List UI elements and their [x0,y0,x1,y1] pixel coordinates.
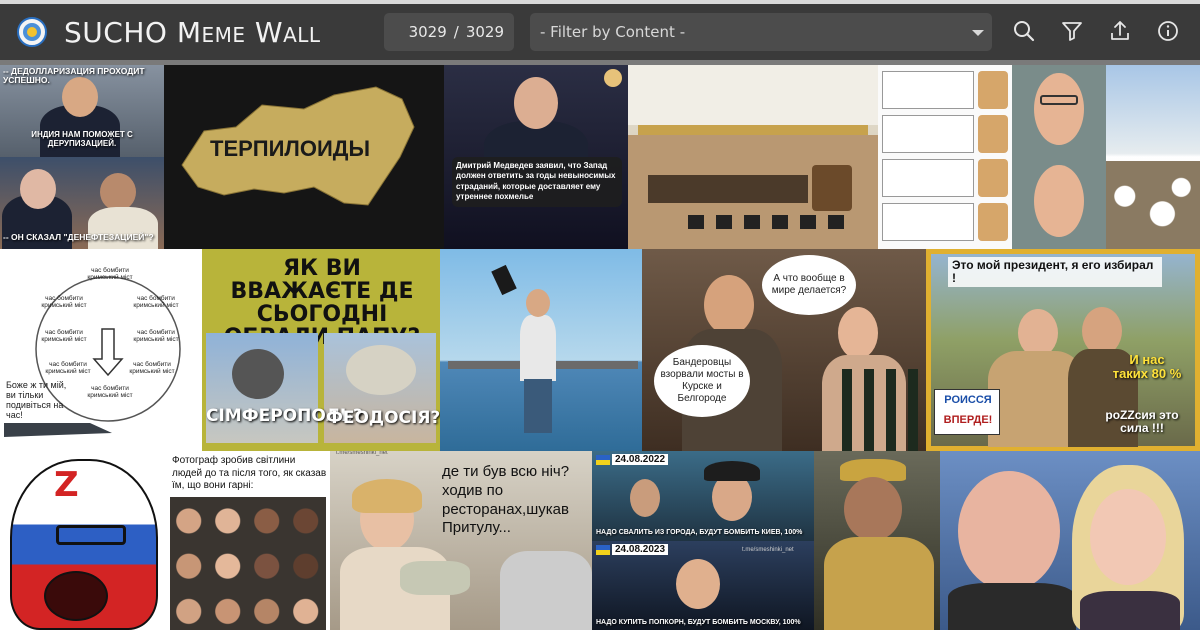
meme-caption: роZZсия это сила !!! [1105,408,1179,436]
meme-tile[interactable] [1012,65,1106,249]
counter-total: 3029 [465,23,504,41]
meme-tile[interactable] [940,451,1200,630]
sign-text: РОИССЯ [944,394,992,406]
z-symbol: Z [54,465,79,505]
watermark: t.me/smeshinki_net [742,547,794,553]
app-title: SUCHO Meme Wall [64,16,321,49]
clock-label: час бомбити кримський міст [133,295,179,310]
counter-separator: / [453,23,459,41]
clock-label: час бомбити кримський міст [87,385,133,400]
speech-bubble: А что вообще в мире делается? [762,255,856,315]
meme-date: 24.08.2022 [612,454,669,465]
meme-caption: ИНДИЯ НАМ ПОМОЖЕТ С ДЕРУПИЗАЦИЕЙ. [31,130,133,148]
sucho-logo[interactable] [17,17,47,47]
meme-caption: И нас таких 80 % [1112,352,1182,382]
meme-tile[interactable] [440,249,642,451]
meme-caption: Дмитрий Медведев заявил, что Запад долже… [452,157,622,207]
speech-bubble: Бандеровцы взорвали мосты в Курске и Бел… [654,345,750,417]
item-counter: 3029 / 3029 [384,13,514,51]
clock-label: час бомбити кримський міст [133,329,179,344]
meme-caption: -- ОН СКАЗАЛ "ДЕНЕФТЕЗАЦИЕЙ"? [3,232,154,242]
meme-tile[interactable]: час бомбити кримський міст час бомбити к… [0,249,202,451]
meme-tile[interactable]: Это мой президент, я его избирал ! И нас… [926,249,1200,451]
filter-icon[interactable] [1060,19,1084,43]
content-filter-select[interactable]: - Filter by Content - [530,13,992,51]
meme-caption: ТЕРПИЛОИДЫ [210,136,370,161]
upload-icon[interactable] [1108,19,1132,43]
info-icon[interactable] [1156,19,1180,43]
clock-label: час бомбити кримський міст [87,267,133,282]
meme-tile[interactable]: t.me/smeshinki_net де ти був всю ніч? хо… [330,451,592,630]
meme-tile[interactable] [878,65,1012,249]
clock-label: час бомбити кримський міст [41,295,87,310]
chevron-down-icon [972,30,984,36]
channel-badge-icon [604,69,622,87]
app-header: SUCHO Meme Wall 3029 / 3029 - Filter by Co… [0,4,1200,60]
clock-label: час бомбити кримський міст [129,361,175,376]
meme-caption: Это мой президент, я его избирал ! [948,257,1162,288]
meme-caption: НАДО КУПИТЬ ПОПКОРН, БУДУТ БОМБИТЬ МОСКВ… [596,619,801,626]
sign-text: ВПЕРДЕ! [943,414,993,426]
meme-caption: де ти був всю ніч? ходив по ресторанах,ш… [442,463,570,537]
meme-caption: -- ДЕДОЛЛАРИЗАЦИЯ ПРОХОДИТ УСПЕШНО. [3,66,145,86]
meme-tile[interactable]: Z [0,451,166,630]
meme-tile[interactable]: Фотограф зробив світлини людей до та піс… [166,451,330,630]
meme-tile[interactable]: ТЕРПИЛОИДЫ [164,65,444,249]
meme-tile[interactable]: ЯК ВИ ВВАЖАЄТЕ ДЕ СЬОГОДНІ ОБРАЛИ ПАПУ? … [202,249,440,451]
search-icon[interactable] [1012,19,1036,43]
meme-tile[interactable] [1106,65,1200,249]
filter-placeholder: - Filter by Content - [540,23,686,41]
meme-tile[interactable]: 24.08.2022 НАДО СВАЛИТЬ ИЗ ГОРОДА, БУДУТ… [592,451,814,630]
ukraine-flag-icon [596,455,610,465]
meme-tile[interactable] [628,65,878,249]
clock-label: час бомбити кримський міст [45,361,91,376]
watermark: t.me/smeshinki_net [336,451,388,456]
meme-tile[interactable]: Дмитрий Медведев заявил, что Запад долже… [444,65,628,249]
meme-caption: ФЕОДОСІЯ? [326,408,440,428]
meme-wall: -- ДЕДОЛЛАРИЗАЦИЯ ПРОХОДИТ УСПЕШНО. ИНДИ… [0,65,1200,630]
meme-caption: НАДО СВАЛИТЬ ИЗ ГОРОДА, БУДУТ БОМБИТЬ КИ… [596,529,803,536]
protest-sign: РОИССЯ ВПЕРДЕ! [934,389,1000,435]
meme-caption: Фотограф зробив світлини людей до та піс… [172,455,327,491]
meme-date: 24.08.2023 [612,544,669,555]
meme-tile[interactable] [814,451,940,630]
ukraine-flag-icon [596,545,610,555]
clock-label: час бомбити кримський міст [41,329,87,344]
meme-tile[interactable]: А что вообще в мире делается? Бандеровцы… [642,249,926,451]
meme-tile[interactable]: -- ДЕДОЛЛАРИЗАЦИЯ ПРОХОДИТ УСПЕШНО. ИНДИ… [0,65,164,249]
counter-current: 3029 [408,23,447,41]
meme-caption: Боже ж ти мій, ви тільки подивіться на ч… [6,380,67,420]
